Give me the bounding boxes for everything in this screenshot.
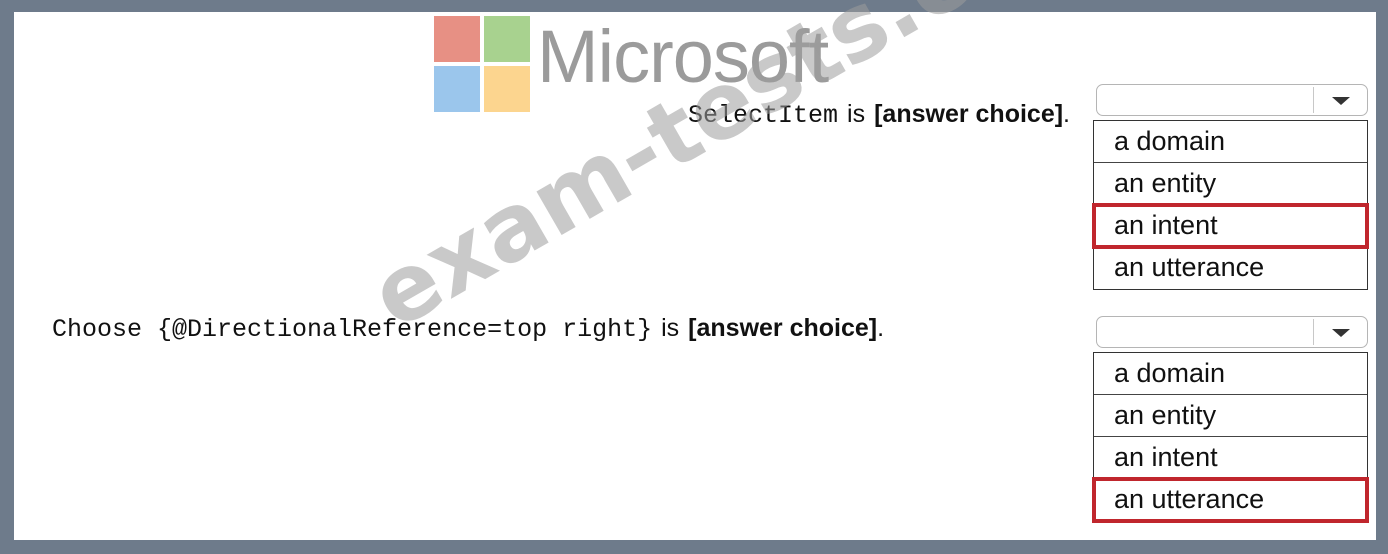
statement-2-code: Choose {@DirectionalReference=top right} bbox=[52, 315, 653, 344]
answer-options-1: a domain an entity an intent an utteranc… bbox=[1092, 120, 1369, 290]
logo-square-green bbox=[484, 16, 530, 62]
chevron-down-icon[interactable] bbox=[1332, 97, 1350, 105]
option-a-domain[interactable]: a domain bbox=[1094, 121, 1367, 163]
option-an-intent-selected[interactable]: an intent bbox=[1092, 203, 1369, 249]
statement-1-period: . bbox=[1063, 100, 1070, 128]
option-an-utterance-selected[interactable]: an utterance bbox=[1092, 477, 1369, 523]
logo-square-blue bbox=[434, 66, 480, 112]
option-an-intent[interactable]: an intent bbox=[1094, 437, 1367, 479]
answer-options-2: a domain an entity an intent an utteranc… bbox=[1092, 352, 1369, 523]
chevron-down-icon[interactable] bbox=[1332, 329, 1350, 337]
logo-square-red bbox=[434, 16, 480, 62]
statement-2-answer-placeholder: [answer choice] bbox=[688, 314, 878, 342]
option-an-entity[interactable]: an entity bbox=[1094, 395, 1367, 437]
answer-dropdown-1[interactable] bbox=[1096, 84, 1368, 116]
dropdown-divider bbox=[1313, 87, 1314, 113]
answer-dropdown-2[interactable] bbox=[1096, 316, 1368, 348]
statement-1-is: is bbox=[847, 100, 866, 128]
microsoft-logo-icon bbox=[434, 16, 530, 112]
option-a-domain[interactable]: a domain bbox=[1094, 353, 1367, 395]
statement-2-is: is bbox=[661, 314, 680, 342]
logo-square-yellow bbox=[484, 66, 530, 112]
statement-1-answer-placeholder: [answer choice] bbox=[874, 100, 1064, 128]
statement-2-period: . bbox=[877, 314, 885, 342]
statement-2: Choose {@DirectionalReference=top right}… bbox=[52, 314, 884, 344]
option-an-utterance[interactable]: an utterance bbox=[1094, 247, 1367, 289]
dropdown-divider bbox=[1313, 319, 1314, 345]
option-an-entity[interactable]: an entity bbox=[1094, 163, 1367, 205]
